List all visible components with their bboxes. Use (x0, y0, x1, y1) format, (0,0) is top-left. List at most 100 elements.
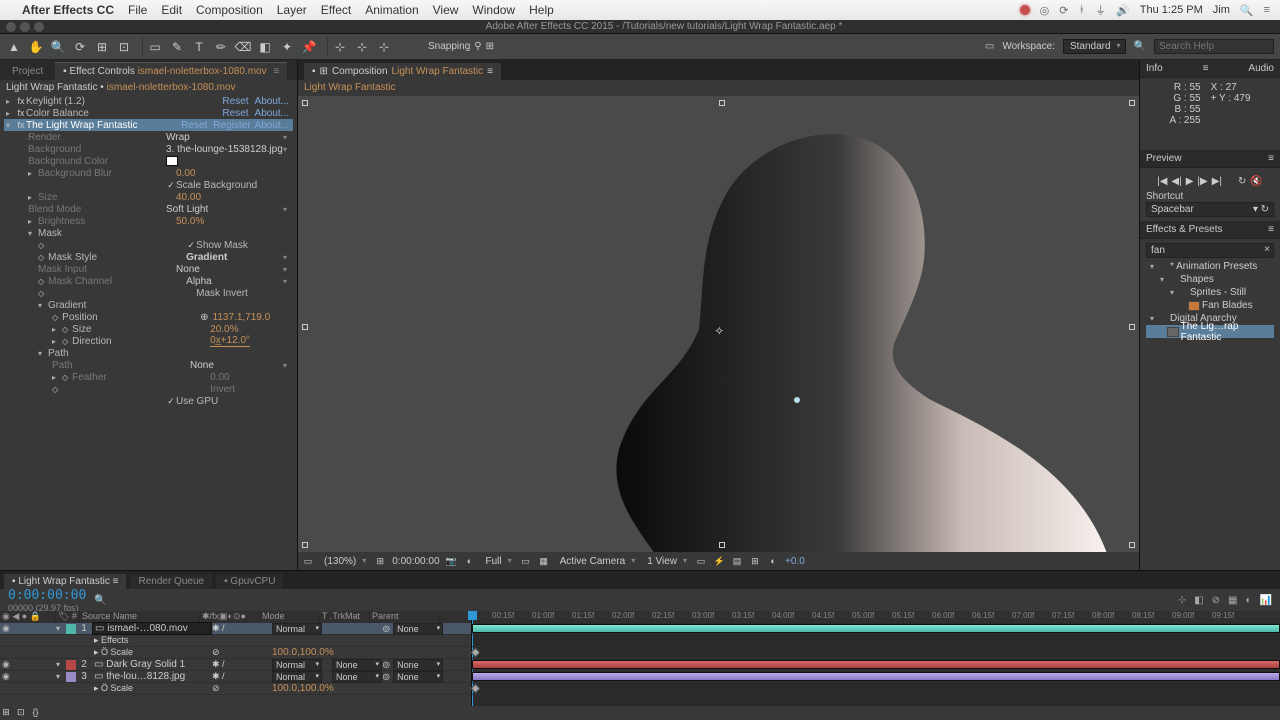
param-scale-bg[interactable]: Scale Background (4, 179, 293, 191)
type-tool-icon[interactable]: T (191, 39, 207, 55)
ep-tree-item[interactable]: ▾Sprites - Still (1146, 286, 1274, 299)
timeline-icon[interactable]: ▤ (731, 555, 743, 567)
fx-keylight[interactable]: fxKeylight (1.2)ResetAbout... (4, 95, 293, 107)
ep-tree-item[interactable]: The Lig…rap Fantastic (1146, 325, 1274, 338)
selection-tool-icon[interactable]: ▲ (6, 39, 22, 55)
ep-tree-item[interactable]: ▾* Animation Presets (1146, 260, 1274, 273)
param-bg-blur[interactable]: Background Blur0.00 (4, 167, 293, 179)
timeline-property-row[interactable]: ▸ Ö Scale⊘100.0,100.0% (0, 683, 471, 695)
bbox-handle[interactable] (1129, 324, 1135, 330)
show-channel-icon[interactable]: ◐ (464, 555, 476, 567)
bbox-handle[interactable] (302, 100, 308, 106)
brackets-icon[interactable]: {} (30, 706, 42, 718)
param-position[interactable]: ◇Position⊕1137.1,719.0 (4, 311, 293, 323)
ec-layer[interactable]: ismael-noletterbox-1080.mov (107, 82, 236, 93)
frame-blend-icon[interactable]: ▦ (1228, 595, 1237, 606)
clone-tool-icon[interactable]: ⌫ (235, 39, 251, 55)
loop-icon[interactable]: ↻ (1238, 176, 1246, 187)
next-frame-icon[interactable]: |▶ (1197, 176, 1207, 187)
mute-icon[interactable]: 🔇 (1250, 176, 1262, 187)
flowchart-icon[interactable]: ⊞ (320, 66, 328, 77)
timeline-layer-row[interactable]: ◉▾2▭ Dark Gray Solid 1✱ /NormalNone⊚ Non… (0, 659, 471, 671)
rectangle-tool-icon[interactable]: ▭ (147, 39, 163, 55)
panel-menu-icon[interactable]: ≡ (1203, 63, 1209, 74)
world-axis-icon[interactable]: ⊹ (354, 39, 370, 55)
menu-edit[interactable]: Edit (161, 3, 182, 17)
cloud-sync-icon[interactable]: ▭ (985, 41, 994, 52)
view-axis-icon[interactable]: ⊹ (376, 39, 392, 55)
group-gradient[interactable]: Gradient (4, 299, 293, 311)
group-path[interactable]: Path (4, 347, 293, 359)
param-bg-color[interactable]: Background Color (4, 155, 293, 167)
param-mask-input[interactable]: Mask InputNone▾ (4, 263, 293, 275)
checkbox-icon[interactable] (186, 240, 196, 250)
ep-tree-item[interactable]: ▾Shapes (1146, 273, 1274, 286)
comp-mini-flowchart-icon[interactable]: ⊹ (1178, 595, 1186, 606)
menu-effect[interactable]: Effect (321, 3, 351, 17)
fx-light-wrap[interactable]: fxThe Light Wrap FantasticResetRegisterA… (4, 119, 293, 131)
param-mask-channel[interactable]: ◇Mask ChannelAlpha▾ (4, 275, 293, 287)
audio-tab[interactable]: Audio (1248, 63, 1274, 74)
resolution-icon[interactable]: ⊞ (374, 555, 386, 567)
panel-menu-icon[interactable]: ≡ (1268, 224, 1274, 235)
fx-color-balance[interactable]: fxColor BalanceResetAbout... (4, 107, 293, 119)
current-time[interactable]: 0:00:00:00 (392, 556, 439, 567)
expand-icon[interactable]: ⊡ (15, 707, 27, 719)
last-frame-icon[interactable]: ▶| (1212, 176, 1222, 187)
resolution-dropdown[interactable]: Full (482, 556, 514, 567)
motion-blur-icon[interactable]: ◐ (1246, 595, 1252, 606)
param-render[interactable]: RenderWrap▾ (4, 131, 293, 143)
project-tab[interactable]: Project (4, 63, 51, 80)
traffic-max[interactable] (34, 22, 44, 32)
timeline-property-row[interactable]: ▸ Effects (0, 635, 471, 647)
rotate-tool-icon[interactable]: ⟳ (72, 39, 88, 55)
graph-editor-icon[interactable]: 📊 (1260, 595, 1272, 606)
bbox-handle[interactable] (719, 100, 725, 106)
menu-window[interactable]: Window (472, 3, 515, 17)
param-size[interactable]: Size40.00 (4, 191, 293, 203)
timeline-tracks[interactable]: 00:15f01:00f01:15f02:00f02:15f03:00f03:1… (472, 611, 1280, 706)
panel-menu-icon[interactable]: ≡ (1268, 153, 1274, 164)
local-axis-icon[interactable]: ⊹ (332, 39, 348, 55)
traffic-close[interactable] (6, 22, 16, 32)
timeline-tab-gpuvcpu[interactable]: ▪ GpuvCPU (216, 574, 283, 589)
param-show-mask[interactable]: ◇Show Mask (4, 239, 293, 251)
transparency-grid-icon[interactable]: ▦ (538, 555, 550, 567)
zoom-tool-icon[interactable]: 🔍 (50, 39, 66, 55)
timeline-property-row[interactable]: ▸ Ö Scale⊘100.0,100.0% (0, 647, 471, 659)
reset-exposure-icon[interactable]: ◐ (767, 555, 779, 567)
play-icon[interactable]: ▶ (1186, 176, 1194, 187)
checkbox-icon[interactable] (166, 180, 176, 190)
menu-view[interactable]: View (433, 3, 459, 17)
hide-shy-icon[interactable]: ⊘ (1212, 595, 1220, 606)
param-invert[interactable]: ◇Invert (4, 383, 293, 395)
brush-tool-icon[interactable]: ✏ (213, 39, 229, 55)
param-background[interactable]: Background3. the-lounge-1538128.jpg▾ (4, 143, 293, 155)
menu-composition[interactable]: Composition (196, 3, 263, 17)
snapshot-icon[interactable]: 📷 (446, 555, 458, 567)
wifi-icon[interactable]: ⏚ (1095, 2, 1106, 18)
param-path-src[interactable]: PathNone▾ (4, 359, 293, 371)
menu-file[interactable]: File (128, 3, 147, 17)
flowchart-icon[interactable]: ⊞ (749, 555, 761, 567)
preview-panel-header[interactable]: Preview≡ (1140, 150, 1280, 168)
eraser-tool-icon[interactable]: ◧ (257, 39, 273, 55)
param-mask-invert[interactable]: ◇Mask Invert (4, 287, 293, 299)
pixel-aspect-icon[interactable]: ▭ (695, 555, 707, 567)
vp-breadcrumb[interactable]: Light Wrap Fantastic (304, 82, 396, 93)
bbox-handle[interactable] (302, 324, 308, 330)
effects-presets-header[interactable]: Effects & Presets≡ (1140, 221, 1280, 239)
notifications-icon[interactable]: ≡ (1264, 4, 1270, 16)
panel-menu-icon[interactable]: ≡ (487, 66, 493, 77)
prev-frame-icon[interactable]: ◀| (1171, 176, 1181, 187)
search-help-input[interactable] (1154, 39, 1274, 54)
param-mask-style[interactable]: ◇Mask StyleGradient▾ (4, 251, 293, 263)
param-feather[interactable]: ◇Feather0.00 (4, 371, 293, 383)
bbox-handle[interactable] (1129, 542, 1135, 548)
view-layout-dropdown[interactable]: 1 View (643, 556, 689, 567)
checkbox-icon[interactable] (166, 396, 176, 406)
workspace-dropdown[interactable]: Standard (1063, 39, 1126, 54)
color-swatch[interactable] (166, 156, 178, 166)
toggle-switches-icon[interactable]: ⊞ (0, 707, 12, 719)
shortcut-dropdown[interactable]: Spacebar▾ ↻ (1146, 202, 1274, 217)
